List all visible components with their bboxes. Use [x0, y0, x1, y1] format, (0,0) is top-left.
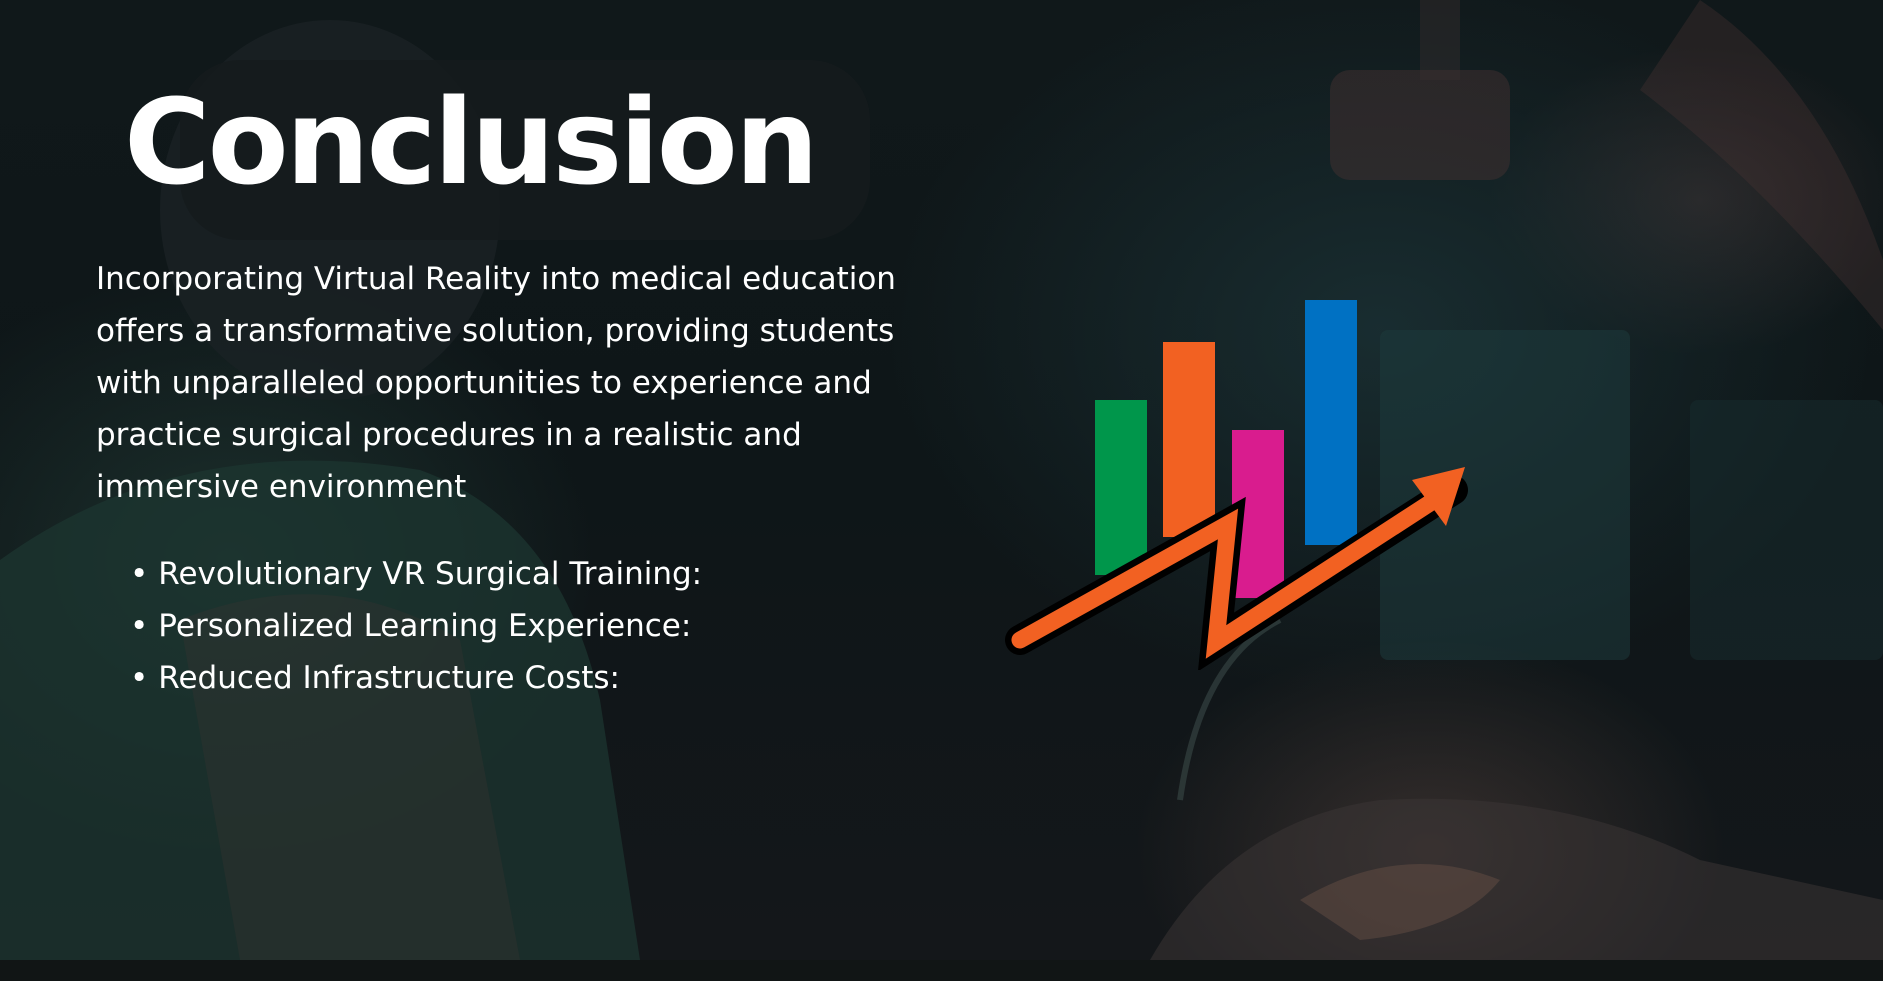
list-item-text: Revolutionary VR Surgical Training:: [158, 556, 703, 592]
bar-orange: [1163, 342, 1215, 537]
list-item: • Revolutionary VR Surgical Training:: [130, 548, 702, 600]
lamp-arm-right-shape: [1640, 0, 1883, 330]
bullet-dot: •: [130, 660, 149, 696]
bar-blue: [1305, 300, 1357, 545]
list-item-text: Reduced Infrastructure Costs:: [158, 660, 620, 696]
intro-paragraph: Incorporating Virtual Reality into medic…: [96, 261, 896, 505]
bar-chart-growth-arrow-icon: [1005, 300, 1468, 670]
lamp-arm-shape: [1420, 0, 1460, 80]
bar-green: [1095, 400, 1147, 575]
key-points-list: • Revolutionary VR Surgical Training: • Pe…: [130, 548, 702, 704]
bullet-dot: •: [130, 608, 149, 644]
patient-drape-shape: [1150, 798, 1883, 960]
slide: Conclusion Incorporating Virtual Reality…: [0, 0, 1883, 960]
slide-title: Conclusion: [124, 73, 819, 211]
list-item-text: Personalized Learning Experience:: [158, 608, 692, 644]
surgical-lamp-shape: [1330, 70, 1510, 180]
bullet-dot: •: [130, 556, 149, 592]
list-item: • Personalized Learning Experience:: [130, 600, 702, 652]
list-item: • Reduced Infrastructure Costs:: [130, 652, 702, 704]
bottom-bar: [0, 960, 1883, 981]
monitor-shape-2: [1690, 400, 1883, 660]
